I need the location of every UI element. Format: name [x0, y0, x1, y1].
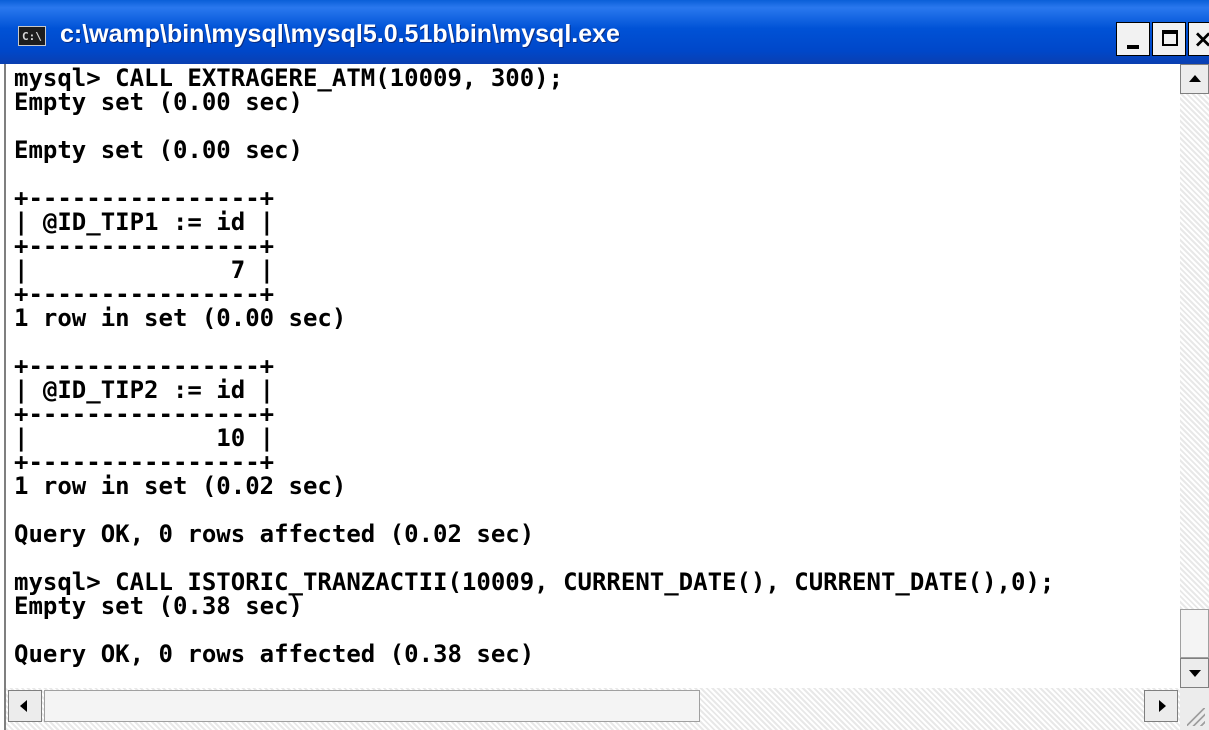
horizontal-scrollbar[interactable]	[4, 688, 1180, 730]
console-line: 1 row in set (0.00 sec)	[14, 304, 347, 332]
resize-corner[interactable]	[1180, 688, 1209, 730]
console-line: +----------------+	[14, 448, 275, 476]
console-line: | 10 |	[14, 424, 275, 452]
maximize-icon	[1162, 30, 1178, 46]
console-line: 1 row in set (0.02 sec)	[14, 472, 347, 500]
console-line: | @ID_TIP1 := id |	[14, 208, 275, 236]
close-button[interactable]: ×	[1188, 22, 1209, 56]
scroll-down-button[interactable]	[1180, 658, 1209, 688]
horizontal-scroll-thumb[interactable]	[44, 690, 700, 722]
arrow-left-icon	[20, 700, 27, 712]
minimize-icon	[1127, 45, 1139, 49]
console-line: | @ID_TIP2 := id |	[14, 376, 275, 404]
console-window: C:\ c:\wamp\bin\mysql\mysql5.0.51b\bin\m…	[0, 0, 1209, 730]
window-title: c:\wamp\bin\mysql\mysql5.0.51b\bin\mysql…	[60, 20, 620, 48]
arrow-up-icon	[1189, 75, 1201, 82]
vertical-scroll-thumb[interactable]	[1180, 609, 1209, 658]
console-line: +----------------+	[14, 232, 275, 260]
scroll-right-button[interactable]	[1144, 690, 1178, 722]
resize-grip-icon[interactable]	[1187, 708, 1205, 726]
console-line: Empty set (0.00 sec)	[14, 136, 303, 164]
console-line: +----------------+	[14, 400, 275, 428]
vertical-scrollbar[interactable]	[1180, 64, 1209, 688]
console-line: Empty set (0.00 sec)	[14, 88, 303, 116]
console-line: mysql> CALL EXTRAGERE_ATM(10009, 300);	[14, 64, 564, 92]
title-bar[interactable]: C:\ c:\wamp\bin\mysql\mysql5.0.51b\bin\m…	[0, 0, 1209, 64]
console-line: +----------------+	[14, 184, 275, 212]
console-line: | 7 |	[14, 256, 275, 284]
scroll-up-button[interactable]	[1180, 64, 1209, 94]
arrow-right-icon	[1159, 700, 1166, 712]
console-line: Query OK, 0 rows affected (0.38 sec)	[14, 640, 535, 668]
minimize-button[interactable]	[1116, 22, 1150, 56]
close-icon: ×	[1193, 25, 1209, 53]
arrow-down-icon	[1189, 670, 1201, 677]
maximize-button[interactable]	[1152, 22, 1186, 56]
console-line: mysql> CALL ISTORIC_TRANZACTII(10009, CU…	[14, 568, 1055, 596]
console-line: +----------------+	[14, 352, 275, 380]
scroll-left-button[interactable]	[8, 690, 42, 722]
console-line: Query OK, 0 rows affected (0.02 sec)	[14, 520, 535, 548]
cmd-icon[interactable]: C:\	[18, 26, 46, 46]
console-output[interactable]: mysql> CALL EXTRAGERE_ATM(10009, 300); E…	[4, 64, 1180, 688]
console-line: Empty set (0.38 sec)	[14, 592, 303, 620]
console-line: +----------------+	[14, 280, 275, 308]
